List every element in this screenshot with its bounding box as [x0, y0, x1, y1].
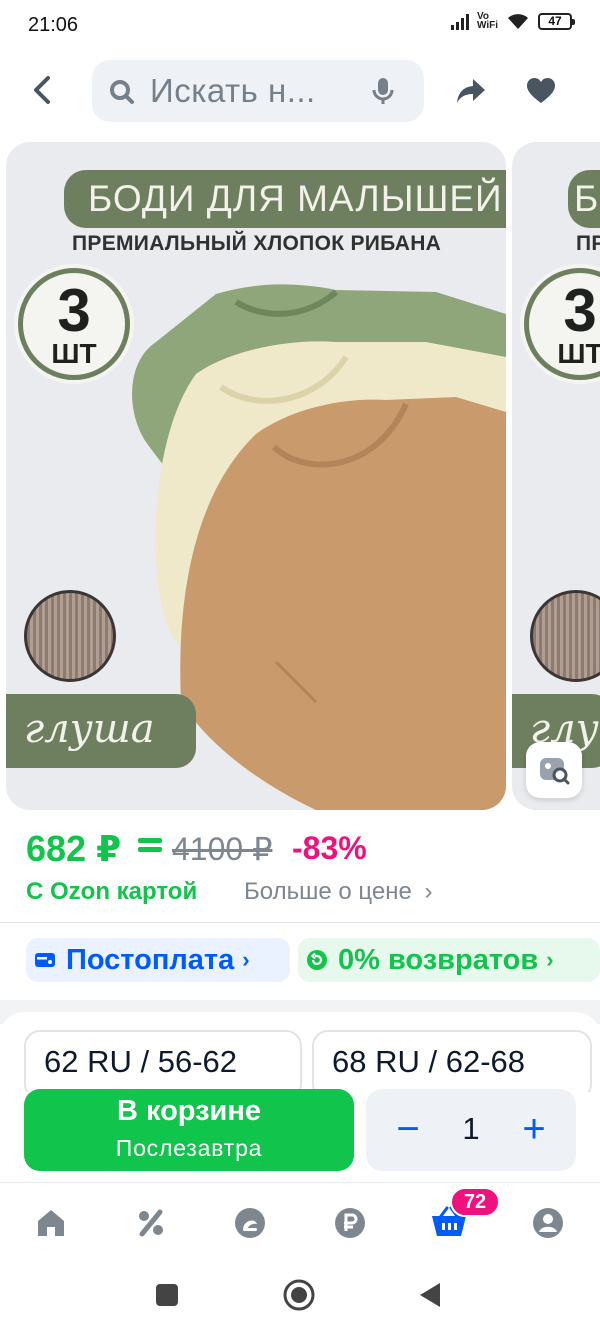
back-triangle-icon[interactable] [416, 1280, 442, 1310]
current-price: 682 ₽ [26, 828, 122, 869]
profile-icon[interactable] [528, 1203, 568, 1243]
bottom-navigation [0, 1182, 600, 1262]
quantity-badge: 3 ШТ [18, 268, 130, 380]
finance-icon[interactable] [330, 1203, 370, 1243]
share-button[interactable] [450, 70, 492, 112]
quantity-value: 1 [462, 1111, 480, 1146]
size-label: 62 RU / 56-62 [44, 1044, 237, 1079]
divider [0, 922, 600, 923]
postpay-chip[interactable]: Постоплата › [26, 938, 290, 982]
search-icon [110, 80, 134, 104]
badge-unit: ШТ [51, 338, 97, 369]
next-product-image[interactable]: Б ПР 3 ШТ глу [512, 142, 600, 810]
return-icon [304, 947, 330, 973]
visual-search-button[interactable] [526, 742, 582, 798]
discount-icon[interactable] [131, 1203, 171, 1243]
in-cart-button[interactable]: В корзине Послезавтра [24, 1089, 354, 1171]
favorite-button[interactable] [520, 70, 562, 112]
battery-level: 47 [548, 13, 562, 28]
returns-label: 0% возвратов [338, 943, 539, 976]
status-icons: Vo WiFi 47 [450, 11, 575, 31]
more-about-price-label: Больше о цене [244, 878, 412, 905]
badge-number: 3 [57, 277, 91, 344]
search-placeholder: Искать н... [150, 72, 316, 109]
chevron-left-icon [34, 76, 50, 104]
delivery-date: Послезавтра [115, 1135, 263, 1161]
wifi-icon [508, 14, 528, 29]
vowifi-label: Vo WiFi [476, 11, 498, 31]
heart-icon [527, 78, 555, 103]
old-price: 4100 ₽ [172, 831, 273, 867]
brand-label: глуша [6, 694, 196, 768]
next-badge-unit: ШТ [557, 338, 600, 369]
fabric-swatch [24, 590, 116, 682]
product-image[interactable]: БОДИ ДЛЯ МАЛЫШЕЙ ПРЕМИАЛЬНЫЙ ХЛОПОК РИБА… [6, 142, 506, 810]
share-icon [457, 79, 485, 103]
battery-icon: 47 [538, 12, 575, 30]
decrease-button[interactable]: − [390, 1109, 426, 1149]
next-banner-subtitle: ПР [576, 232, 600, 255]
recent-apps-icon[interactable] [154, 1282, 180, 1308]
cart-count-badge: 72 [450, 1187, 500, 1217]
chevron-right-icon: › [546, 947, 554, 972]
chevron-right-icon: › [242, 947, 250, 972]
brand-name: глуша [24, 706, 155, 752]
home-circle-icon[interactable] [282, 1278, 316, 1312]
home-icon[interactable] [31, 1203, 71, 1243]
search-input[interactable]: Искать н... [92, 60, 424, 122]
signal-icon [450, 12, 469, 30]
more-about-price-link[interactable]: Больше о цене › [244, 878, 432, 906]
next-banner-title: Б [574, 178, 599, 219]
increase-button[interactable]: + [516, 1109, 552, 1149]
next-quantity-badge: 3 ШТ [524, 268, 600, 380]
fresh-icon[interactable] [230, 1203, 270, 1243]
in-cart-label: В корзине [116, 1095, 262, 1127]
status-time: 21:06 [28, 14, 79, 36]
ozon-card-label: С Ozon картой [26, 878, 198, 905]
wallet-icon [32, 947, 58, 973]
postpay-label: Постоплата [66, 943, 235, 976]
microphone-icon[interactable] [372, 76, 394, 106]
status-bar: 21:06 Vo WiFi 47 [0, 0, 600, 52]
discount-badge: -83% [292, 830, 367, 866]
next-banner: Б [568, 170, 600, 228]
size-selector: 62 RU / 56-62 68 RU / 62-68 [0, 1012, 600, 1092]
size-label: 68 RU / 62-68 [332, 1044, 525, 1079]
size-option[interactable]: 62 RU / 56-62 [24, 1030, 302, 1092]
back-button[interactable] [22, 70, 62, 110]
image-search-icon [540, 758, 570, 785]
size-option[interactable]: 68 RU / 62-68 [312, 1030, 592, 1092]
quantity-stepper: − 1 + [366, 1089, 576, 1171]
ozon-card-price-icon [138, 838, 162, 856]
next-fabric-swatch [530, 590, 600, 682]
next-badge-number: 3 [563, 277, 597, 344]
returns-chip[interactable]: 0% возвратов › [298, 938, 600, 982]
system-navigation-bar [0, 1262, 600, 1332]
chevron-right-icon: › [424, 878, 433, 905]
